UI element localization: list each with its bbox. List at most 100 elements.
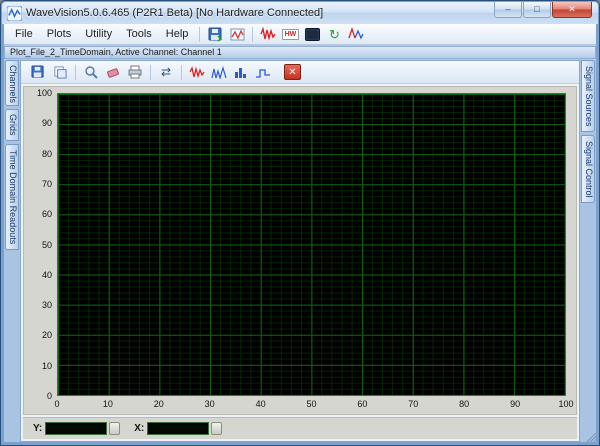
menu-plots[interactable]: Plots [40,26,78,42]
y-readout-label: Y: [33,423,42,434]
printer-icon [128,65,142,79]
step-view-button[interactable] [253,63,273,82]
menu-bar: File Plots Utility Tools Help [4,24,596,45]
zoom-tool-button[interactable] [81,63,101,82]
hw-icon: HW [282,29,300,40]
magnifier-icon [84,65,98,79]
y-tick-label: 70 [42,179,52,189]
plot-window-caption[interactable]: Plot_File_2_TimeDomain, Active Channel: … [4,46,596,59]
close-plot-button[interactable]: ✕ [284,64,301,80]
tab-signal-control[interactable]: Signal Control [581,135,595,203]
x-readout-label: X: [134,423,144,434]
y-tick-label: 0 [47,391,52,401]
waveform-button[interactable] [258,25,278,44]
copy-icon [53,65,67,79]
y-tick-label: 10 [42,361,52,371]
tab-signal-sources[interactable]: Signal Sources [581,60,595,132]
y-tick-label: 40 [42,270,52,280]
erase-button[interactable] [103,63,123,82]
resize-grip[interactable] [585,431,597,443]
capture-icon [230,27,245,42]
y-axis-ticks: 0102030405060708090100 [28,93,55,396]
app-logo-icon [7,6,22,21]
copy-plot-button[interactable] [50,63,70,82]
readout-bar: Y: X: [23,417,577,439]
toolbar-separator [252,27,253,42]
toolbar-separator [199,27,200,42]
save-icon [208,27,223,42]
tab-grids[interactable]: Grids [5,109,19,141]
y-tick-label: 50 [42,240,52,250]
plot-area: 0 10 20 30 40 50 60 70 80 90 100 0 10 20 30 40 50 60 70 80… [23,86,577,415]
peaks-view-button[interactable] [209,63,229,82]
y-tick-label: 30 [42,300,52,310]
maximize-button[interactable]: □ [523,2,551,18]
waveform-view-button[interactable] [187,63,207,82]
histogram-icon [233,66,249,79]
left-tab-column: Channels Grids Time Domain Readouts [4,60,19,442]
x-tick-label: 70 [408,399,418,409]
x-tick-label: 60 [357,399,367,409]
step-icon [255,66,271,79]
waveform-icon [260,27,276,41]
toolbar-separator [181,65,182,80]
x-tick-label: 40 [256,399,266,409]
plot-window: ⇄ [20,60,580,442]
x-tick-label: 20 [154,399,164,409]
close-button[interactable]: ✕ [552,2,592,18]
plot-toolbar: ⇄ [21,61,579,84]
x-tick-label: 30 [205,399,215,409]
exchange-icon: ⇄ [161,66,171,78]
refresh-button[interactable]: ↻ [324,25,344,44]
tab-time-domain-readouts[interactable]: Time Domain Readouts [5,144,19,250]
save-icon [31,65,45,79]
right-tab-column: Signal Sources Signal Control [581,60,596,442]
y-tick-label: 90 [42,118,52,128]
title-bar[interactable]: WaveVision5.0.6.465 (P2R1 Beta) [No Hard… [2,2,598,24]
save-button[interactable] [205,25,225,44]
plot-wrap: 0102030405060708090100 01020304050607080… [28,93,566,396]
print-button[interactable] [125,63,145,82]
window-title: WaveVision5.0.6.465 (P2R1 Beta) [No Hard… [26,7,323,19]
hw-button[interactable]: HW [280,25,300,44]
samples-icon [305,28,320,41]
y-tick-label: 80 [42,149,52,159]
x-axis-ticks: 0102030405060708090100 [57,398,566,411]
menu-utility[interactable]: Utility [78,26,119,42]
menu-file[interactable]: File [8,26,40,42]
x-tick-label: 10 [103,399,113,409]
y-tick-label: 20 [42,330,52,340]
capture-button[interactable] [227,25,247,44]
workspace: Channels Grids Time Domain Readouts Sign… [4,60,596,442]
waveform-icon [189,66,205,79]
app-window: WaveVision5.0.6.465 (P2R1 Beta) [No Hard… [0,0,600,446]
histogram-view-button[interactable] [231,63,251,82]
export-data-button[interactable]: ⇄ [156,63,176,82]
y-readout-display [45,422,107,435]
caption-buttons: – □ ✕ [493,2,592,18]
menu-help[interactable]: Help [159,26,196,42]
x-tick-label: 0 [54,399,59,409]
x-readout-options-button[interactable] [211,422,222,435]
peaks-icon [211,66,227,79]
samples-button[interactable] [302,25,322,44]
tab-channels[interactable]: Channels [5,60,19,106]
toolbar-separator [75,65,76,80]
y-tick-label: 60 [42,209,52,219]
x-tick-label: 90 [510,399,520,409]
y-tick-label: 100 [37,88,52,98]
y-readout-options-button[interactable] [109,422,120,435]
fft-icon [348,27,364,41]
minimize-button[interactable]: – [494,2,522,18]
x-tick-label: 50 [306,399,316,409]
x-tick-label: 80 [459,399,469,409]
eraser-icon [106,65,120,79]
menu-tools[interactable]: Tools [119,26,159,42]
x-readout-display [147,422,209,435]
toolbar-separator [150,65,151,80]
refresh-icon: ↻ [329,28,340,41]
fft-button[interactable] [346,25,366,44]
plot-canvas[interactable] [57,93,566,396]
x-tick-label: 100 [558,399,573,409]
save-plot-button[interactable] [28,63,48,82]
